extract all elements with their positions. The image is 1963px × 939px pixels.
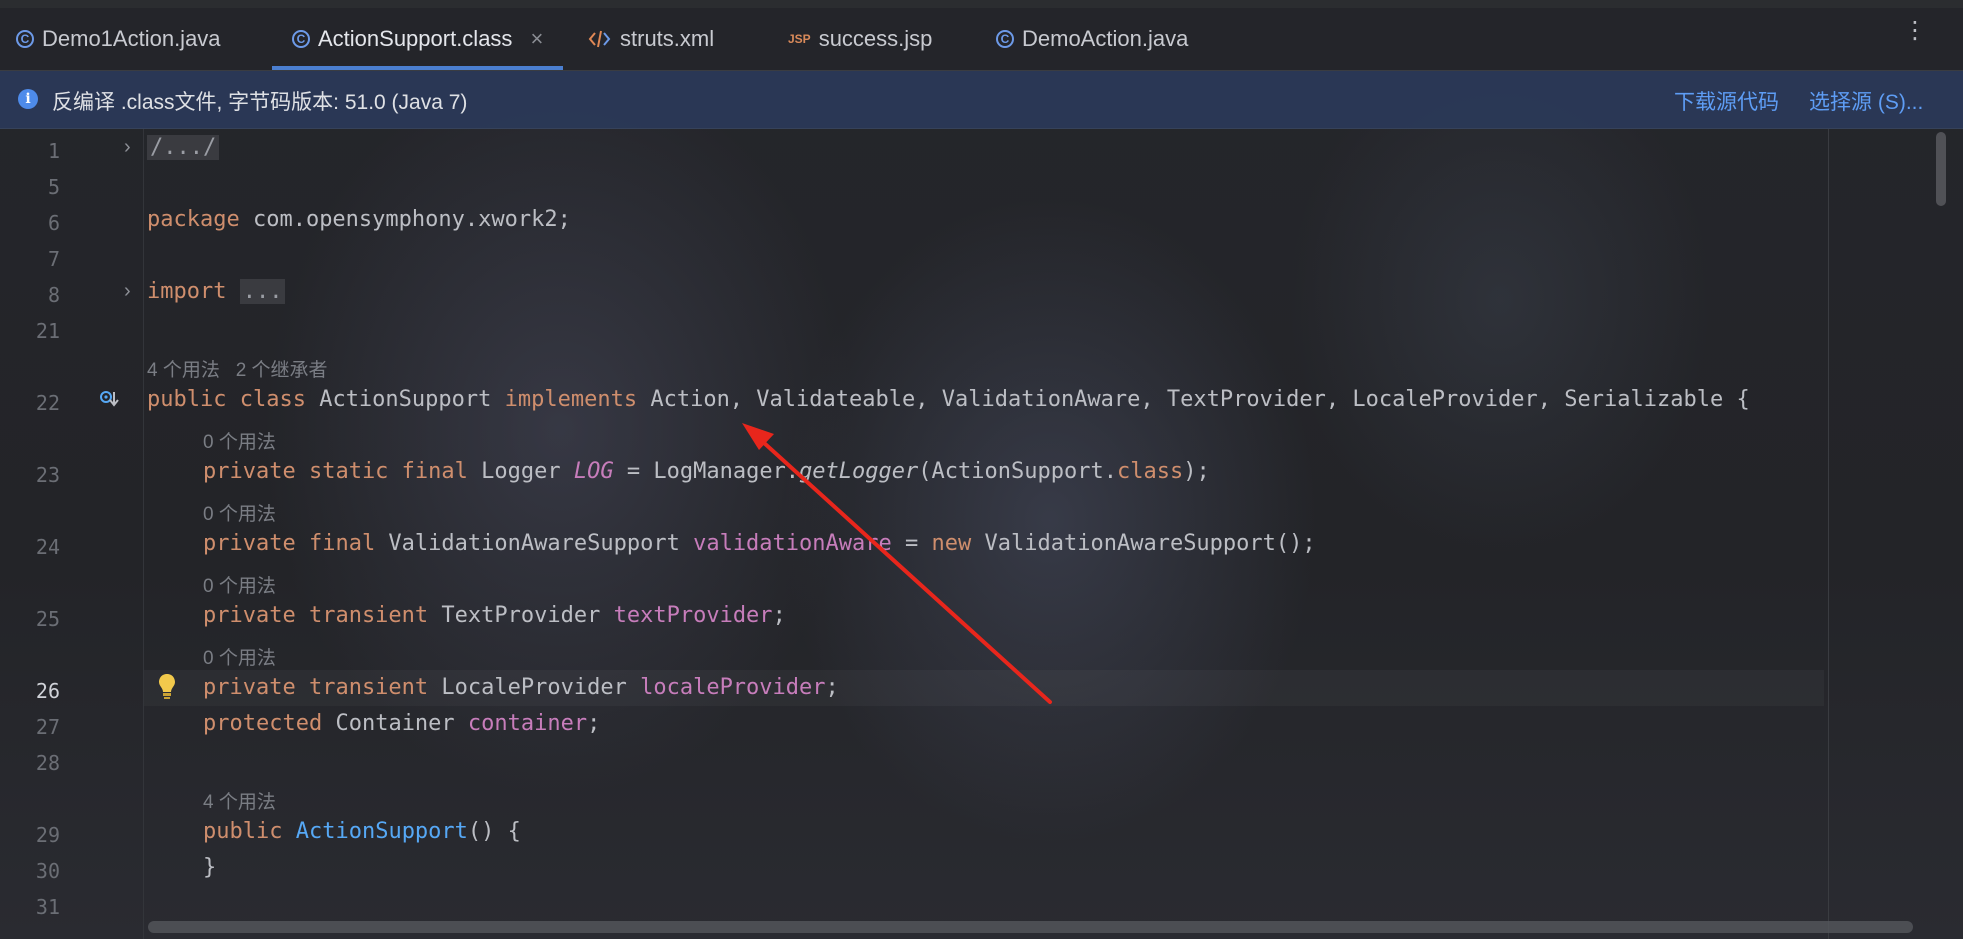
annotation-arrow — [742, 423, 1052, 704]
